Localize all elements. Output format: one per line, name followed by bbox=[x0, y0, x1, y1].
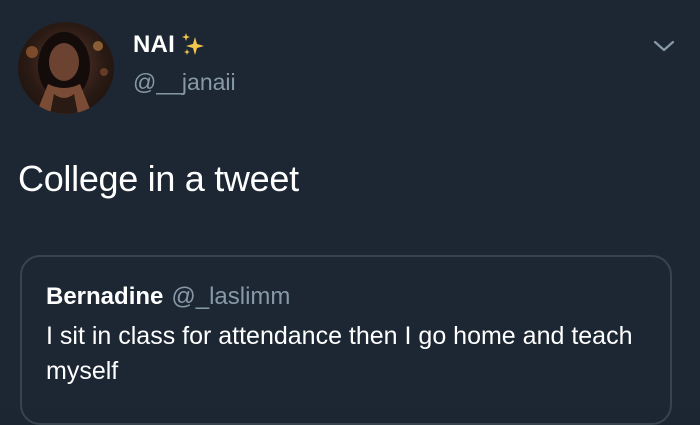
author-display-name[interactable]: NAI bbox=[133, 31, 175, 59]
quoted-author-name: Bernadine bbox=[46, 283, 164, 310]
author-name-row[interactable]: NAI bbox=[133, 31, 207, 59]
tweet-card: NAI @__janaii College in a tweet Bernadi… bbox=[0, 0, 700, 425]
quoted-author-handle: @_laslimm bbox=[171, 283, 291, 310]
avatar-image bbox=[26, 32, 108, 114]
quoted-tweet-text: I sit in class for attendance then I go … bbox=[46, 322, 633, 385]
quoted-tweet-header: Bernadine @_laslimm bbox=[46, 283, 290, 311]
sparkles-icon bbox=[179, 31, 207, 59]
tweet-text: College in a tweet bbox=[18, 158, 299, 199]
avatar[interactable] bbox=[18, 22, 114, 114]
chevron-down-icon[interactable] bbox=[652, 38, 676, 54]
quoted-tweet[interactable]: Bernadine @_laslimm I sit in class for a… bbox=[20, 255, 672, 425]
author-handle[interactable]: @__janaii bbox=[133, 69, 236, 96]
